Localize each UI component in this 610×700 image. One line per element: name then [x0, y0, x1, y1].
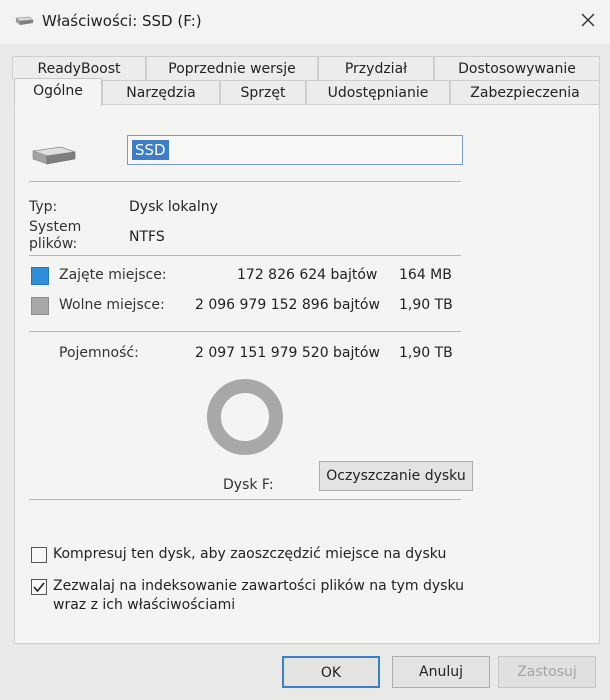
capacity-bytes: 2 097 151 979 520 bajtów [195, 345, 380, 361]
tab-general[interactable]: Ogólne [14, 78, 102, 106]
index-label-line2: wraz z ich właściwościami [53, 597, 236, 613]
tab-previous-versions[interactable]: Poprzednie wersje [146, 56, 318, 80]
tab-label: Poprzednie wersje [168, 61, 296, 77]
tab-label: Przydział [344, 61, 408, 77]
drive-icon [32, 146, 76, 165]
fs-value: NTFS [129, 229, 165, 245]
tab-label: Zabezpieczenia [470, 85, 580, 101]
tab-hardware[interactable]: Sprzęt [220, 80, 306, 104]
tab-label: Narzędzia [126, 85, 196, 101]
type-value: Dysk lokalny [129, 199, 218, 215]
general-panel: SSD Typ: Dysk lokalny System plików: NTF… [14, 104, 600, 644]
checkmark-icon [33, 582, 45, 593]
apply-button[interactable]: Zastosuj [498, 656, 596, 688]
tab-label: Dostosowywanie [458, 61, 576, 77]
cancel-button[interactable]: Anuluj [392, 656, 490, 688]
capacity-size: 1,90 TB [399, 345, 453, 361]
used-space-label: Zajęte miejsce: [59, 267, 167, 283]
tab-label: ReadyBoost [37, 61, 121, 77]
donut-free-ring [207, 379, 283, 455]
free-space-bytes: 2 096 979 152 896 bajtów [195, 297, 380, 313]
disk-cleanup-label: Oczyszczanie dysku [326, 468, 466, 484]
index-label-line1: Zezwalaj na indeksowanie zawartości plik… [53, 578, 464, 594]
tab-label: Sprzęt [240, 85, 286, 101]
drive-letter-label: Dysk F: [223, 477, 274, 493]
ok-label: OK [320, 665, 342, 681]
close-icon [581, 13, 595, 27]
capacity-label: Pojemność: [59, 345, 139, 361]
drive-icon [15, 16, 34, 25]
drive-name-text: SSD [132, 140, 169, 160]
type-label: Typ: [29, 199, 58, 215]
tab-readyboost[interactable]: ReadyBoost [12, 56, 146, 80]
used-space-bytes: 172 826 624 bajtów [237, 267, 378, 283]
drive-name-input[interactable]: SSD [127, 135, 463, 165]
apply-label: Zastosuj [517, 664, 577, 680]
free-space-swatch [31, 297, 49, 315]
close-button[interactable] [574, 8, 602, 32]
disk-cleanup-button[interactable]: Oczyszczanie dysku [319, 461, 473, 491]
divider [29, 181, 461, 182]
divider [29, 331, 461, 332]
tab-sharing[interactable]: Udostępnianie [306, 80, 450, 104]
compress-label: Kompresuj ten dysk, aby zaoszczędzić mie… [53, 546, 447, 562]
used-space-size: 164 MB [399, 267, 452, 283]
disk-usage-donut [207, 379, 283, 455]
index-checkbox[interactable] [31, 579, 47, 595]
fs-label-line2: plików: [29, 236, 78, 252]
free-space-label: Wolne miejsce: [59, 297, 165, 313]
compress-checkbox[interactable] [31, 547, 47, 563]
fs-label-line1: System [29, 219, 82, 235]
tab-quota[interactable]: Przydział [318, 56, 434, 80]
tab-label: Udostępnianie [327, 85, 429, 101]
free-space-size: 1,90 TB [399, 297, 453, 313]
tab-security[interactable]: Zabezpieczenia [450, 80, 600, 104]
divider [29, 255, 461, 256]
divider [29, 499, 461, 500]
window-title: Właściwości: SSD (F:) [42, 12, 202, 30]
tab-customize[interactable]: Dostosowywanie [434, 56, 600, 80]
ok-button[interactable]: OK [282, 656, 380, 688]
title-bar: Właściwości: SSD (F:) [0, 0, 610, 44]
cancel-label: Anuluj [419, 664, 463, 680]
tab-tools[interactable]: Narzędzia [102, 80, 220, 104]
used-space-swatch [31, 267, 49, 285]
tab-label: Ogólne [33, 83, 83, 99]
